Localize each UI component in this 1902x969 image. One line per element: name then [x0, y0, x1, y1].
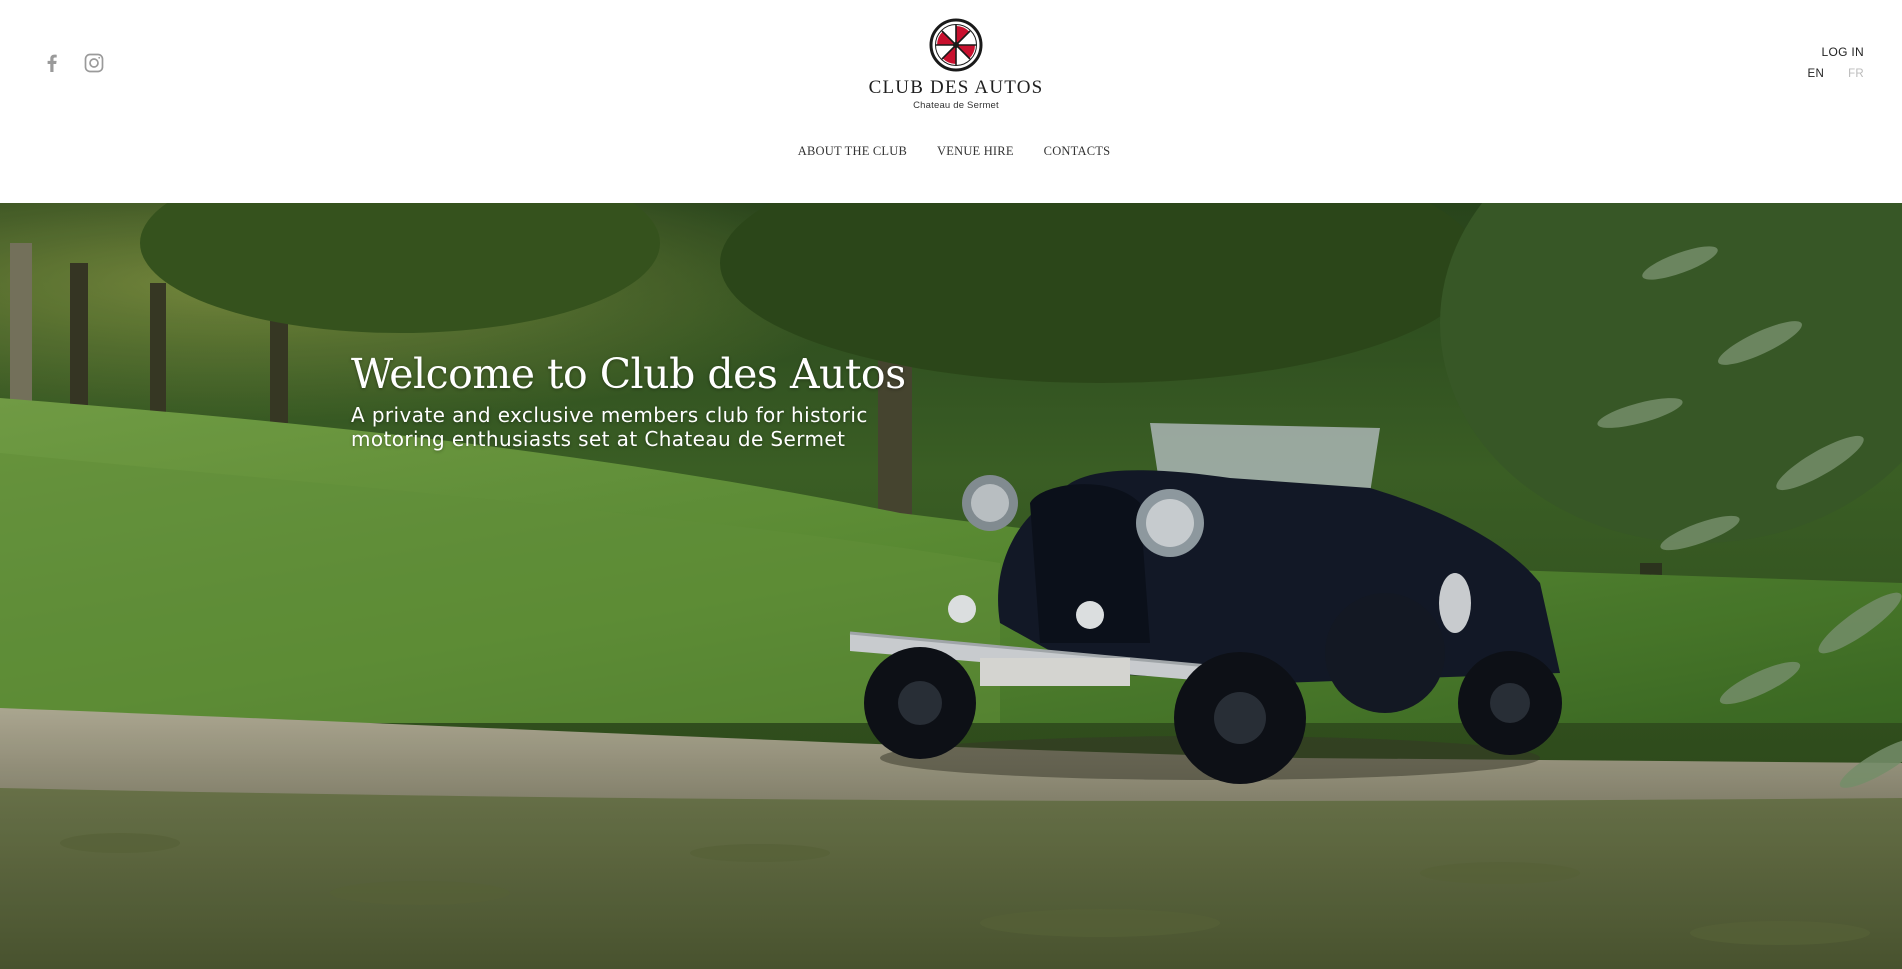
nav-contacts[interactable]: CONTACTS [1044, 144, 1111, 159]
hero-background-image [0, 203, 1902, 969]
account-area: LOG IN EN FR [1807, 45, 1864, 80]
club-location: Chateau de Sermet [913, 100, 999, 111]
club-name: CLUB DES AUTOS [868, 77, 1044, 98]
club-emblem-icon [929, 18, 983, 72]
main-nav: ABOUT THE CLUB VENUE HIRE CONTACTS [0, 144, 1902, 159]
log-in-link[interactable]: LOG IN [1807, 45, 1864, 59]
hero-title: Welcome to Club des Autos [351, 350, 906, 398]
site-header: CLUB DES AUTOS Chateau de Sermet ABOUT T… [0, 0, 1902, 203]
social-links [40, 51, 106, 75]
club-logo[interactable]: CLUB DES AUTOS Chateau de Sermet [851, 18, 1061, 114]
instagram-icon[interactable] [82, 51, 106, 75]
language-switcher: EN FR [1807, 68, 1864, 80]
hero-subtitle: A private and exclusive members club for… [351, 403, 868, 451]
nav-about-the-club[interactable]: ABOUT THE CLUB [798, 144, 907, 159]
nav-venue-hire[interactable]: VENUE HIRE [937, 144, 1014, 159]
hero-text-block: Welcome to Club des Autos A private and … [351, 349, 911, 451]
language-fr[interactable]: FR [1848, 68, 1864, 80]
facebook-icon[interactable] [40, 51, 64, 75]
language-en[interactable]: EN [1807, 68, 1824, 80]
hero-banner: Welcome to Club des Autos A private and … [0, 203, 1902, 969]
